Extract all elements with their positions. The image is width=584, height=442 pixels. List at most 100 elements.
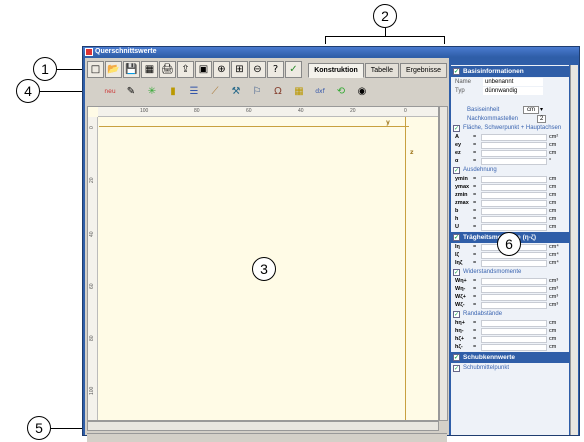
tab-tabelle[interactable]: Tabelle	[364, 63, 399, 78]
checkbox-icon[interactable]: ✓	[453, 166, 460, 174]
value-field	[481, 327, 547, 335]
value-field	[481, 133, 547, 141]
section-flaeche[interactable]: ✓ Fläche, Schwerpunkt + Hauptachsen	[451, 123, 569, 133]
camera-icon[interactable]: ▣	[195, 61, 212, 78]
print-icon[interactable]: 🖨	[159, 61, 176, 78]
value-row: α = °	[451, 157, 569, 165]
value-field	[481, 183, 547, 191]
basiseinheit-label: Basiseinheit	[467, 106, 500, 113]
vruler-tick: 100	[89, 386, 95, 395]
tool-icon[interactable]: ⚒	[227, 84, 245, 101]
checkbox-icon[interactable]: ✓	[453, 124, 460, 132]
star-icon[interactable]: ✳	[143, 84, 161, 101]
symbol: b	[455, 208, 459, 214]
dxf-icon[interactable]: dxf	[311, 84, 329, 101]
eye-icon[interactable]: ◉	[353, 84, 371, 101]
check-icon[interactable]: ✓	[285, 61, 302, 78]
tab-ergebnisse[interactable]: Ergebnisse	[399, 63, 447, 78]
value-field	[481, 141, 547, 149]
value-row: hζ- = cm	[451, 343, 569, 351]
section-randabstaende[interactable]: ✓ Randabstände	[451, 309, 569, 319]
callout-5: 5	[27, 416, 51, 440]
section-widerstandsmomente[interactable]: ✓ Widerstandsmomente	[451, 267, 569, 277]
unit: cm	[549, 344, 557, 350]
name-field[interactable]: unbenannt	[483, 77, 543, 86]
window-titlebar[interactable]: Querschnittswerte	[83, 47, 579, 57]
rotate-icon[interactable]: ⟲	[332, 84, 350, 101]
unit: cm	[549, 224, 557, 230]
section-schubkennwerte[interactable]: ✓ Schubkennwerte	[451, 352, 569, 363]
hruler-tick: 60	[246, 108, 252, 114]
flag-icon[interactable]: ⚐	[248, 84, 266, 101]
nachkomma-row: Nachkommastellen 2	[451, 114, 569, 123]
section-title: Schubkennwerte	[463, 354, 516, 361]
checkbox-icon[interactable]: ✓	[453, 268, 460, 276]
value-field	[481, 259, 547, 267]
checkbox-icon[interactable]: ✓	[453, 234, 460, 241]
value-row: zmin = cm	[451, 191, 569, 199]
symbol: Iηζ	[455, 260, 463, 266]
pencil-icon[interactable]: ✎	[122, 84, 140, 101]
construction-area: □ 📂 💾 ▦ 🖨 ⇪ ▣ ⊕ ⊞ ⊖ ? ✓ Konstruktion Tab…	[85, 58, 449, 442]
section-title: Ausdehnung	[463, 167, 497, 173]
value-field	[481, 207, 547, 215]
canvas-horizontal-scrollbar[interactable]	[87, 421, 439, 431]
grid-icon[interactable]: ▦	[141, 61, 158, 78]
name-row: Name unbenannt	[451, 77, 569, 86]
save-icon[interactable]: 💾	[123, 61, 140, 78]
typ-field[interactable]: dünnwandig	[483, 86, 543, 95]
zoom-out-icon[interactable]: ⊖	[249, 61, 266, 78]
symbol: Wη-	[455, 286, 466, 292]
zoom-window-icon[interactable]: ⊞	[231, 61, 248, 78]
list-icon[interactable]: ☰	[185, 84, 203, 101]
chevron-down-icon[interactable]: ▾	[540, 106, 543, 113]
value-row: ymin = cm	[451, 175, 569, 183]
value-row: A = cm²	[451, 133, 569, 141]
value-field	[481, 175, 547, 183]
symbol: Wζ-	[455, 302, 465, 308]
checkbox-icon[interactable]: ✓	[453, 354, 460, 361]
vruler-tick: 80	[89, 335, 95, 341]
unit: cm²	[549, 134, 559, 140]
panel-scrollbar[interactable]	[570, 65, 578, 435]
value-field	[481, 199, 547, 207]
symbol: ymax	[455, 184, 470, 190]
drawing-canvas[interactable]: 100 80 60 40 20 0 0 20 40 60 80 100 y z …	[87, 106, 439, 421]
checkbox-icon[interactable]: ✓	[453, 68, 460, 75]
callout-6: 6	[497, 232, 521, 256]
canvas-vertical-scrollbar[interactable]	[439, 106, 448, 421]
new-icon[interactable]: □	[87, 61, 104, 78]
tab-konstruktion[interactable]: Konstruktion	[308, 63, 364, 78]
import-icon[interactable]: ⇪	[177, 61, 194, 78]
section-schubmittelpunkt[interactable]: ✓ Schubmittelpunkt	[451, 363, 569, 373]
checkbox-icon[interactable]: ✓	[453, 364, 460, 372]
nachkomma-label: Nachkommastellen	[467, 115, 519, 122]
value-row: ey = cm	[451, 141, 569, 149]
value-field	[481, 149, 547, 157]
unit: cm	[549, 192, 557, 198]
value-field	[481, 285, 547, 293]
unit: cm	[549, 150, 557, 156]
unit: cm⁴	[549, 252, 559, 258]
section-basisinformationen[interactable]: ✓ Basisinformationen	[451, 66, 569, 77]
help-icon[interactable]: ?	[267, 61, 284, 78]
nachkomma-field[interactable]: 2	[537, 114, 547, 123]
new-section-button[interactable]: neu	[101, 84, 119, 101]
section-ausdehnung[interactable]: ✓ Ausdehnung	[451, 165, 569, 175]
symbol: hζ-	[455, 344, 463, 350]
vruler-tick: 0	[89, 126, 95, 129]
basiseinheit-select[interactable]: cm	[523, 105, 539, 114]
value-field	[481, 335, 547, 343]
value-field	[481, 293, 547, 301]
cylinder-icon[interactable]: ▮	[164, 84, 182, 101]
omega-icon[interactable]: Ω	[269, 84, 287, 101]
open-icon[interactable]: 📂	[105, 61, 122, 78]
symbol: zmax	[455, 200, 469, 206]
app-icon	[85, 48, 93, 56]
hruler-tick: 20	[350, 108, 356, 114]
checkbox-icon[interactable]: ✓	[453, 310, 460, 318]
table-icon[interactable]: ▦	[290, 84, 308, 101]
zoom-in-icon[interactable]: ⊕	[213, 61, 230, 78]
profile-icon[interactable]: ⟋	[206, 84, 224, 101]
symbol: ymin	[455, 176, 468, 182]
